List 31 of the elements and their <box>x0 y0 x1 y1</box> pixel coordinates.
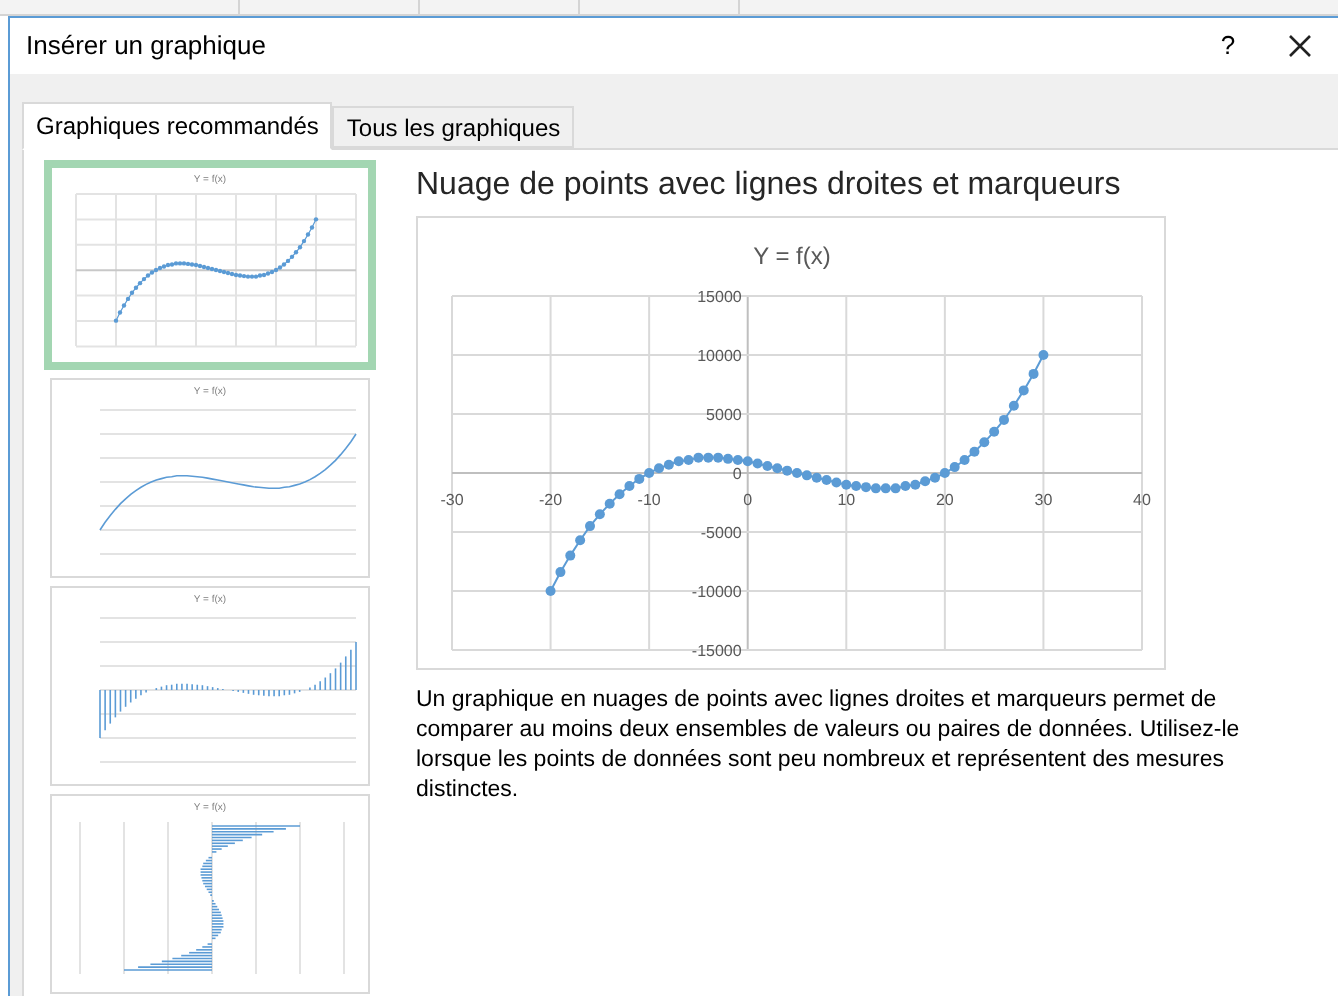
tick-label: 0 <box>732 465 742 483</box>
data-point <box>575 535 586 546</box>
tick-label: 10000 <box>697 347 742 365</box>
data-point <box>555 567 566 578</box>
data-point <box>1028 368 1039 379</box>
tab[interactable]: Tous les graphiques <box>332 106 575 148</box>
window-title: Insérer un graphique <box>26 28 266 65</box>
tick-label: 10 <box>837 491 856 509</box>
tick-label: 30 <box>1034 491 1053 509</box>
chart-title: Y = f(x) <box>753 242 831 270</box>
tick-label: -20 <box>539 491 563 509</box>
chart-description: Un graphique en nuages de points avec lignes droites et marqueurs permet de comparer au moins deux ensembles de valeurs ou paires de données. Utilisez-le lorsque les points de données sont peu nombreux et représentent des mesures distinctes. <box>416 686 1242 806</box>
tick-label: 5000 <box>706 406 742 424</box>
tick-label: 20 <box>935 491 954 509</box>
tick-label: 40 <box>1133 491 1151 509</box>
data-point <box>1008 400 1019 411</box>
tick-label: -10000 <box>691 583 742 601</box>
tick-label: -5000 <box>700 524 742 542</box>
tab[interactable]: Graphiques recommandés <box>22 102 333 150</box>
data-point <box>565 550 576 561</box>
tick-label: -15000 <box>691 642 742 660</box>
help-button[interactable]: ? <box>1198 22 1258 70</box>
close-icon <box>1288 34 1312 58</box>
tick-label: -30 <box>440 491 464 509</box>
tick-label: 0 <box>743 491 753 509</box>
data-point <box>545 586 556 596</box>
data-point <box>1018 385 1029 396</box>
data-point <box>1038 350 1049 360</box>
tick-label: 15000 <box>697 288 742 306</box>
chart-type-heading: Nuage de points avec lignes droites et marqueurs <box>416 166 1123 206</box>
tick-label: -10 <box>637 491 661 509</box>
